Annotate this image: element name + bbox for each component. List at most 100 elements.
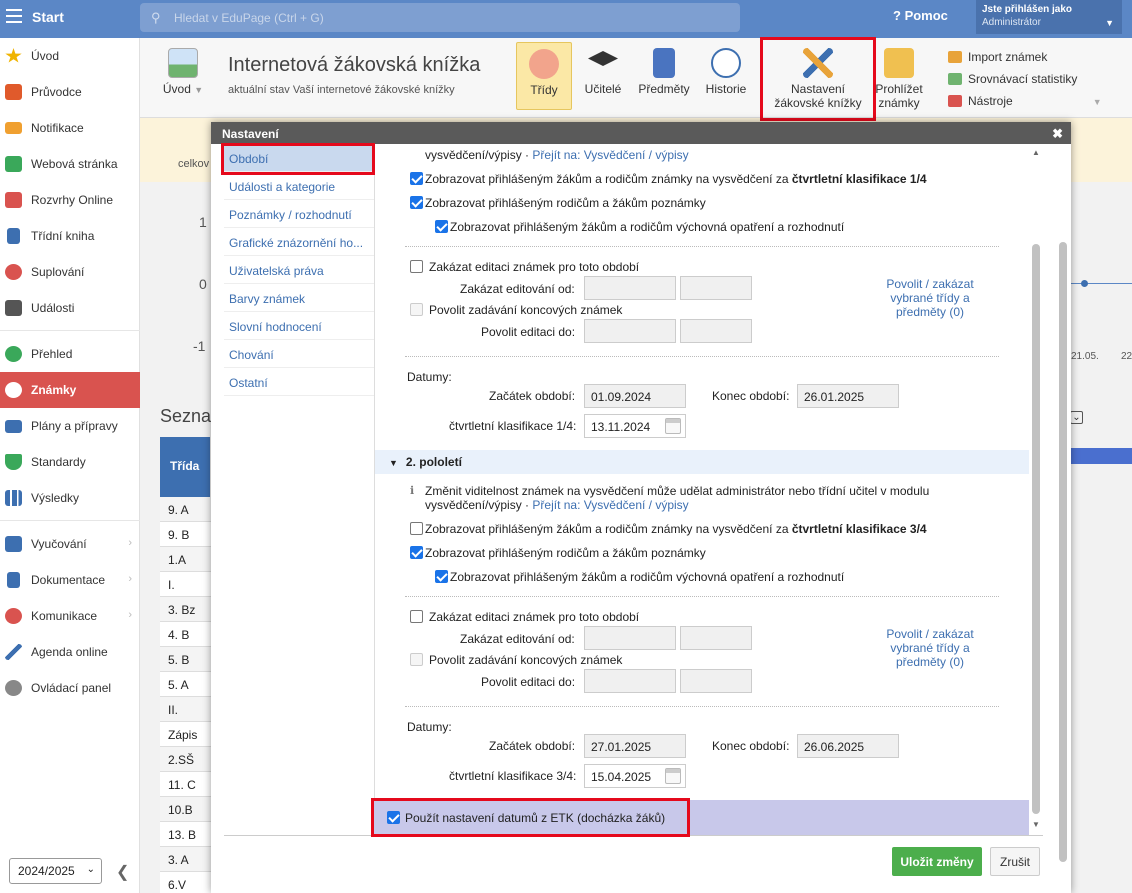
uvod-ribbon-button[interactable]: Úvod ▼ xyxy=(158,48,208,96)
sidebar-item-uvod[interactable]: Úvod xyxy=(0,38,140,74)
calendar-icon[interactable] xyxy=(665,768,681,784)
sidebar-item-notifikace[interactable]: Notifikace xyxy=(0,110,140,146)
srovnavaci-statistiky-link[interactable]: Srovnávací statistiky xyxy=(948,68,1102,90)
nav-chovani[interactable]: Chování xyxy=(224,340,374,368)
scroll-thumb[interactable] xyxy=(1032,244,1040,814)
calendar-icon[interactable] xyxy=(665,418,681,434)
scroll-down-icon[interactable]: ▼ xyxy=(1032,820,1040,829)
user-menu[interactable]: Jste přihlášen jako Administrátor ▼ xyxy=(976,0,1122,34)
table-row[interactable]: I. xyxy=(160,572,212,597)
nav-graficke[interactable]: Grafické znázornění ho... xyxy=(224,228,374,256)
p1-zakazat-od-time[interactable] xyxy=(680,276,752,300)
sidebar-item-pruvodce[interactable]: Průvodce xyxy=(0,74,140,110)
table-row[interactable]: 4. B xyxy=(160,622,212,647)
p2-ctvrt-input[interactable]: 15.04.2025 xyxy=(584,764,686,788)
p2-vysvedceni-link[interactable]: Přejít na: Vysvědčení / výpisy xyxy=(532,498,688,512)
sidebar-item-udalosti[interactable]: Události xyxy=(0,290,140,326)
table-row[interactable]: 5. A xyxy=(160,672,212,697)
nastroje-link[interactable]: Nástroje ▼ xyxy=(948,90,1102,113)
p2-zakazat-od-date[interactable] xyxy=(584,626,676,650)
table-row[interactable]: 3. A xyxy=(160,847,212,872)
sidebar-divider xyxy=(0,330,140,331)
sidebar-item-dokumentace[interactable]: Dokumentace › xyxy=(0,562,140,598)
p2-zakazat-od-time[interactable] xyxy=(680,626,752,650)
cancel-button[interactable]: Zrušit xyxy=(990,847,1040,876)
p2-povolit-do-time[interactable] xyxy=(680,669,752,693)
tridy-button[interactable]: Třídy xyxy=(516,42,572,110)
sidebar-item-ovladaci-panel[interactable]: Ovládací panel xyxy=(0,670,140,706)
p2-checkbox-koncove[interactable] xyxy=(410,653,423,666)
section-2-pololeti[interactable]: ▼ 2. pololetí xyxy=(375,450,1029,474)
sidebar-item-suplovani[interactable]: Suplování xyxy=(0,254,140,290)
p1-checkbox-opatreni[interactable] xyxy=(435,220,448,233)
p1-ctvrt-input[interactable]: 13.11.2024 xyxy=(584,414,686,438)
nav-udalosti[interactable]: Události a kategorie xyxy=(224,172,374,200)
table-row[interactable]: Zápis xyxy=(160,722,212,747)
prohlizet-znamky-button[interactable]: Prohlížet známky xyxy=(872,48,926,110)
table-row[interactable]: 6.V xyxy=(160,872,212,893)
import-znamek-link[interactable]: Import známek xyxy=(948,46,1102,68)
nav-prava[interactable]: Uživatelská práva xyxy=(224,256,374,284)
p2-povolit-do-date[interactable] xyxy=(584,669,676,693)
close-icon[interactable]: ✖ xyxy=(1052,126,1063,142)
table-row[interactable]: 10.B xyxy=(160,797,212,822)
sidebar-item-plany[interactable]: Plány a přípravy xyxy=(0,408,140,444)
year-select[interactable]: 2024/2025 ⌄ xyxy=(9,858,102,884)
p2-checkbox-poznamky[interactable] xyxy=(410,546,423,559)
p2-checkbox-znamky[interactable] xyxy=(410,522,423,535)
table-row[interactable]: 9. A xyxy=(160,497,212,522)
p1-povolit-do-date[interactable] xyxy=(584,319,676,343)
sidebar-item-webova-stranka[interactable]: Webová stránka xyxy=(0,146,140,182)
p1-zakazat-od-date[interactable] xyxy=(584,276,676,300)
sidebar-item-tridni-kniha[interactable]: Třídní kniha xyxy=(0,218,140,254)
table-row[interactable]: 11. C xyxy=(160,772,212,797)
p1-checkbox-zakazat[interactable] xyxy=(410,260,423,273)
bg-select-chevron-icon[interactable]: ⌄ xyxy=(1070,411,1083,424)
sidebar-item-rozvrhy[interactable]: Rozvrhy Online xyxy=(0,182,140,218)
sidebar-item-standardy[interactable]: Standardy xyxy=(0,444,140,480)
divider xyxy=(405,596,999,597)
collapse-sidebar-icon[interactable]: ❮ xyxy=(116,862,129,882)
nav-slovni[interactable]: Slovní hodnocení xyxy=(224,312,374,340)
dialog-scroll-thumb[interactable] xyxy=(1059,242,1067,862)
table-row[interactable]: 9. B xyxy=(160,522,212,547)
p1-checkbox-znamky[interactable] xyxy=(410,172,423,185)
p1-checkbox-koncove[interactable] xyxy=(410,303,423,316)
p1-checkbox-poznamky[interactable] xyxy=(410,196,423,209)
p1-povolit-do-time[interactable] xyxy=(680,319,752,343)
scroll-up-icon[interactable]: ▲ xyxy=(1032,148,1040,157)
p2-zacatek-input[interactable]: 27.01.2025 xyxy=(584,734,686,758)
search-input[interactable]: ⚲ Hledat v EduPage (Ctrl + G) xyxy=(140,3,740,32)
p2-povolit-zakazat-link[interactable]: Povolit / zakázat vybrané třídy a předmě… xyxy=(875,627,985,669)
sidebar-item-komunikace[interactable]: Komunikace › xyxy=(0,598,140,634)
hamburger-menu-icon[interactable] xyxy=(6,9,22,23)
p1-zacatek-input[interactable]: 01.09.2024 xyxy=(584,384,686,408)
sidebar-item-prehled[interactable]: Přehled xyxy=(0,336,140,372)
sidebar-item-agenda[interactable]: Agenda online xyxy=(0,634,140,670)
content-scrollbar[interactable]: ▲ ▼ xyxy=(1029,144,1043,833)
help-button[interactable]: ? Pomoc xyxy=(893,8,948,23)
p1-konec-input[interactable]: 26.01.2025 xyxy=(797,384,899,408)
start-link[interactable]: Start xyxy=(32,9,64,25)
save-button[interactable]: Uložit změny xyxy=(892,847,982,876)
sidebar-item-znamky[interactable]: Známky xyxy=(0,372,140,408)
table-row[interactable]: 13. B xyxy=(160,822,212,847)
predmety-button[interactable]: Předměty xyxy=(634,48,694,96)
nav-poznamky[interactable]: Poznámky / rozhodnutí xyxy=(224,200,374,228)
table-row[interactable]: 2.SŠ xyxy=(160,747,212,772)
nav-ostatni[interactable]: Ostatní xyxy=(224,368,374,396)
p1-povolit-zakazat-link[interactable]: Povolit / zakázat vybrané třídy a předmě… xyxy=(875,277,985,319)
sidebar-item-vyucovani[interactable]: Vyučování › xyxy=(0,526,140,562)
ucitele-button[interactable]: Učitelé xyxy=(580,48,626,96)
p2-checkbox-zakazat[interactable] xyxy=(410,610,423,623)
p1-vysvedceni-link[interactable]: Přejít na: Vysvědčení / výpisy xyxy=(532,148,688,162)
historie-button[interactable]: Historie xyxy=(702,48,750,96)
table-row[interactable]: II. xyxy=(160,697,212,722)
nav-barvy[interactable]: Barvy známek xyxy=(224,284,374,312)
sidebar-item-vysledky[interactable]: Výsledky xyxy=(0,480,140,516)
table-row[interactable]: 3. Bz xyxy=(160,597,212,622)
table-row[interactable]: 5. B xyxy=(160,647,212,672)
p2-checkbox-opatreni[interactable] xyxy=(435,570,448,583)
p2-konec-input[interactable]: 26.06.2025 xyxy=(797,734,899,758)
table-row[interactable]: 1.A xyxy=(160,547,212,572)
